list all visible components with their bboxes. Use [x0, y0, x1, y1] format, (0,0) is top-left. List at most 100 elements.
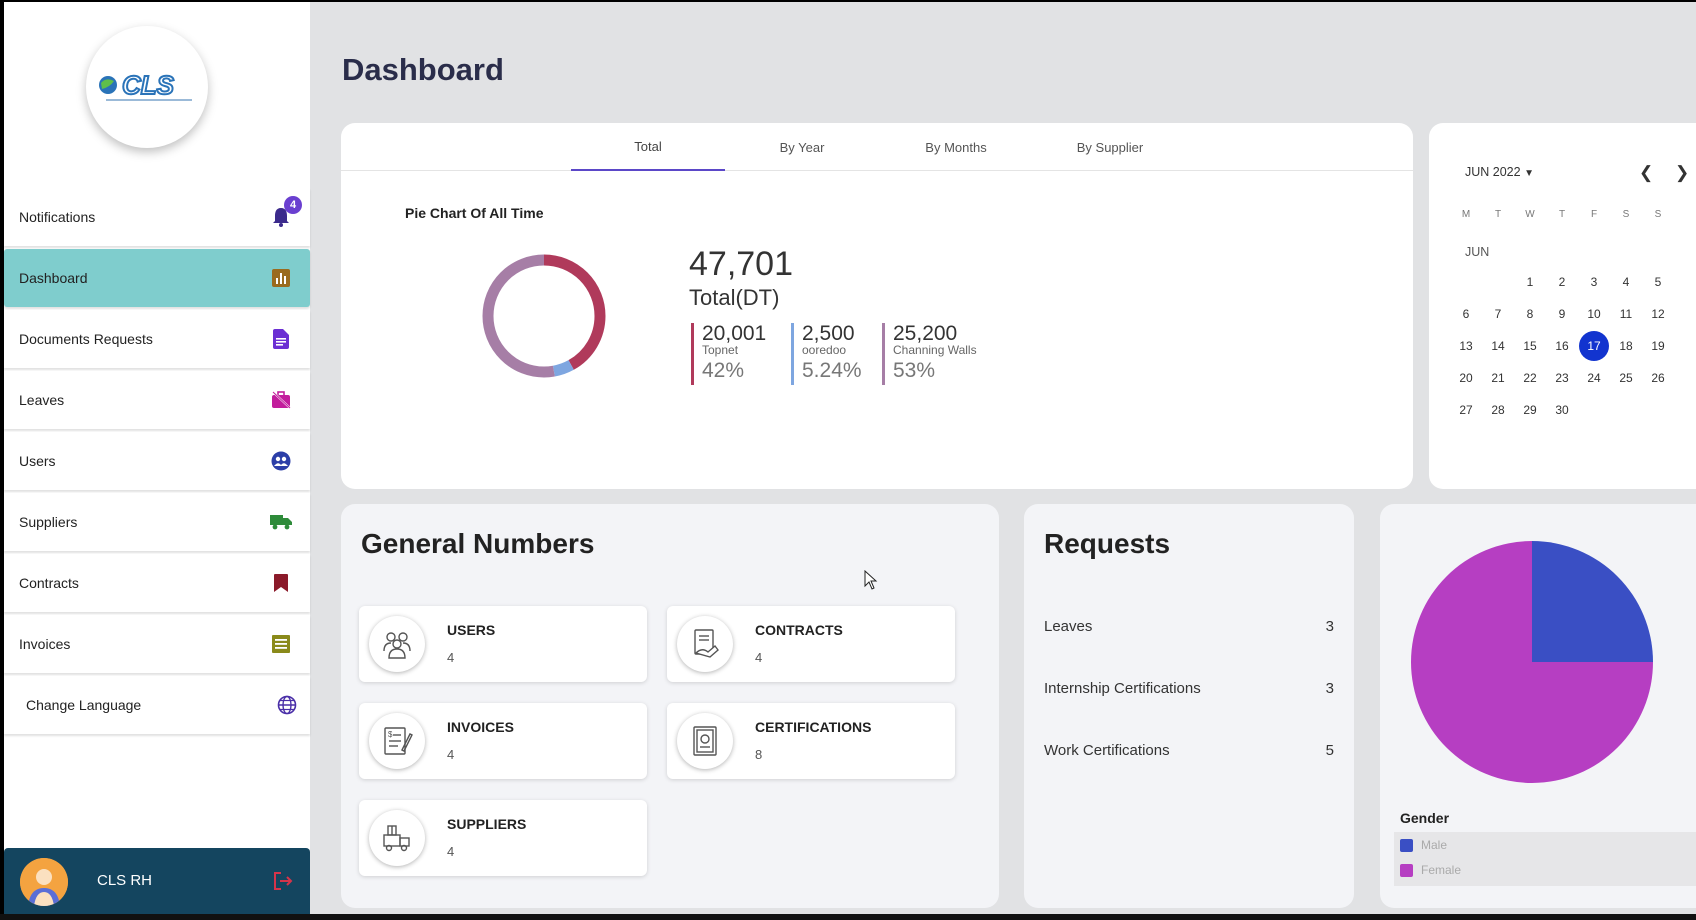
request-count: 3: [1325, 618, 1334, 635]
sidebar-item-notifications[interactable]: Notifications 4: [4, 188, 310, 246]
user-bar: CLS RH: [4, 848, 310, 916]
calendar-header: JUN 2022: [1465, 165, 1521, 179]
chevron-right-icon[interactable]: ❯: [1675, 163, 1689, 183]
bottom-strip: [0, 914, 1696, 920]
calendar-day[interactable]: 7: [1483, 299, 1513, 329]
calendar-day[interactable]: 29: [1515, 395, 1545, 425]
summary-card: Total By Year By Months By Supplier Pie …: [341, 123, 1413, 489]
calendar-day[interactable]: 24: [1579, 363, 1609, 393]
calendar-day[interactable]: 3: [1579, 267, 1609, 297]
calendar-day[interactable]: 11: [1611, 299, 1641, 329]
truck-icon: [270, 511, 292, 533]
calendar-day[interactable]: 5: [1643, 267, 1673, 297]
calendar-day[interactable]: 20: [1451, 363, 1481, 393]
sidebar-item-suppliers[interactable]: Suppliers: [4, 493, 310, 551]
sidebar-item-leaves[interactable]: Leaves: [4, 371, 310, 429]
logout-icon[interactable]: [272, 870, 294, 892]
sidebar-item-invoices[interactable]: Invoices: [4, 615, 310, 673]
calendar-day[interactable]: 28: [1483, 395, 1513, 425]
request-row-leaves[interactable]: Leaves 3: [1044, 618, 1334, 635]
gender-legend: Male Female: [1394, 832, 1696, 886]
calendar-day[interactable]: 6: [1451, 299, 1481, 329]
total-label: Total(DT): [689, 285, 780, 310]
pie-slice-male[interactable]: [1532, 541, 1653, 662]
requests-card: Requests Leaves 3 Internship Certificati…: [1024, 504, 1354, 908]
tab-by-months[interactable]: By Months: [879, 123, 1033, 171]
calendar-month-select[interactable]: JUN 2022 ▼: [1465, 165, 1534, 179]
general-numbers-card: General Numbers USERS 4 CONTRACTS 4 $ IN…: [341, 504, 999, 908]
weekday-label: T: [1558, 209, 1566, 220]
bar-chart-icon: [270, 267, 292, 289]
sidebar-item-contracts[interactable]: Contracts: [4, 554, 310, 612]
calendar-day[interactable]: 21: [1483, 363, 1513, 393]
calendar-day[interactable]: 9: [1547, 299, 1577, 329]
tab-by-supplier[interactable]: By Supplier: [1033, 123, 1187, 171]
calendar-day[interactable]: 8: [1515, 299, 1545, 329]
stat-label: SUPPLIERS: [447, 816, 527, 832]
calendar-day[interactable]: 1: [1515, 267, 1545, 297]
stat-label: USERS: [447, 622, 496, 638]
caret-down-icon: ▼: [1524, 168, 1534, 179]
requests-title: Requests: [1044, 528, 1171, 559]
legend-label: Female: [1421, 863, 1462, 877]
calendar-day[interactable]: 27: [1451, 395, 1481, 425]
calendar-day[interactable]: 2: [1547, 267, 1577, 297]
logo-text: CLS: [122, 70, 175, 100]
mouse-cursor-icon: [864, 570, 878, 590]
calendar-day[interactable]: 30: [1547, 395, 1577, 425]
stat-card-contracts[interactable]: CONTRACTS 4: [667, 606, 955, 682]
calendar-day[interactable]: 23: [1547, 363, 1577, 393]
request-count: 3: [1325, 680, 1334, 697]
stat-name: Topnet: [702, 343, 739, 357]
tab-bar: Total By Year By Months By Supplier: [341, 123, 1413, 171]
stat-card-suppliers[interactable]: SUPPLIERS 4: [359, 800, 647, 876]
calendar-day[interactable]: 16: [1547, 331, 1577, 361]
calendar-day[interactable]: 15: [1515, 331, 1545, 361]
stat-card-invoices[interactable]: $ INVOICES 4: [359, 703, 647, 779]
sidebar-item-label: Leaves: [19, 392, 65, 408]
calendar-day[interactable]: 10: [1579, 299, 1609, 329]
request-label: Work Certifications: [1044, 742, 1170, 759]
stat-value: 4: [447, 747, 455, 762]
total-value: 47,701: [689, 245, 793, 283]
sidebar-item-documents-requests[interactable]: Documents Requests: [4, 310, 310, 368]
avatar[interactable]: [20, 858, 68, 906]
stat-name: ooredoo: [802, 343, 847, 357]
request-label: Leaves: [1044, 618, 1093, 635]
sidebar-item-change-language[interactable]: Change Language: [4, 676, 310, 734]
logo[interactable]: CLS: [86, 26, 208, 148]
sidebar-item-dashboard[interactable]: Dashboard: [4, 249, 310, 307]
stat-card-certifications[interactable]: CERTIFICATIONS 8: [667, 703, 955, 779]
calendar-day[interactable]: 25: [1611, 363, 1641, 393]
calendar-month-label: JUN: [1465, 245, 1490, 259]
calendar-day[interactable]: 22: [1515, 363, 1545, 393]
legend-item-female[interactable]: Female: [1400, 863, 1461, 877]
calendar-day[interactable]: 14: [1483, 331, 1513, 361]
sidebar-item-users[interactable]: Users: [4, 432, 310, 490]
stat-value: 2,500: [802, 322, 855, 345]
calendar-day[interactable]: 12: [1643, 299, 1673, 329]
chevron-left-icon[interactable]: ❮: [1639, 163, 1653, 183]
weekday-label: T: [1494, 209, 1502, 220]
bookmark-icon: [270, 572, 292, 594]
calendar-day[interactable]: 26: [1643, 363, 1673, 393]
legend-item-male[interactable]: Male: [1400, 838, 1447, 852]
stat-card-users[interactable]: USERS 4: [359, 606, 647, 682]
tab-by-year[interactable]: By Year: [725, 123, 879, 171]
stat-value: 8: [755, 747, 763, 762]
gender-pie-chart: [1411, 541, 1653, 783]
calendar-day[interactable]: 13: [1451, 331, 1481, 361]
general-numbers-title: General Numbers: [361, 528, 595, 559]
request-row-work-certifications[interactable]: Work Certifications 5: [1044, 742, 1334, 759]
calendar-day-today[interactable]: 17: [1579, 331, 1609, 361]
legend-swatch: [1400, 838, 1413, 852]
certificate-icon: [677, 713, 733, 769]
calendar-day[interactable]: 4: [1611, 267, 1641, 297]
calendar-day[interactable]: 19: [1643, 331, 1673, 361]
supplier-donut-chart: [482, 254, 606, 378]
calendar-day[interactable]: 18: [1611, 331, 1641, 361]
request-row-internship-certifications[interactable]: Internship Certifications 3: [1044, 680, 1334, 697]
app-screen: CLS Notifications 4 Dashboard Documents …: [4, 2, 1696, 916]
user-name: CLS RH: [97, 872, 153, 889]
tab-total[interactable]: Total: [571, 123, 725, 171]
